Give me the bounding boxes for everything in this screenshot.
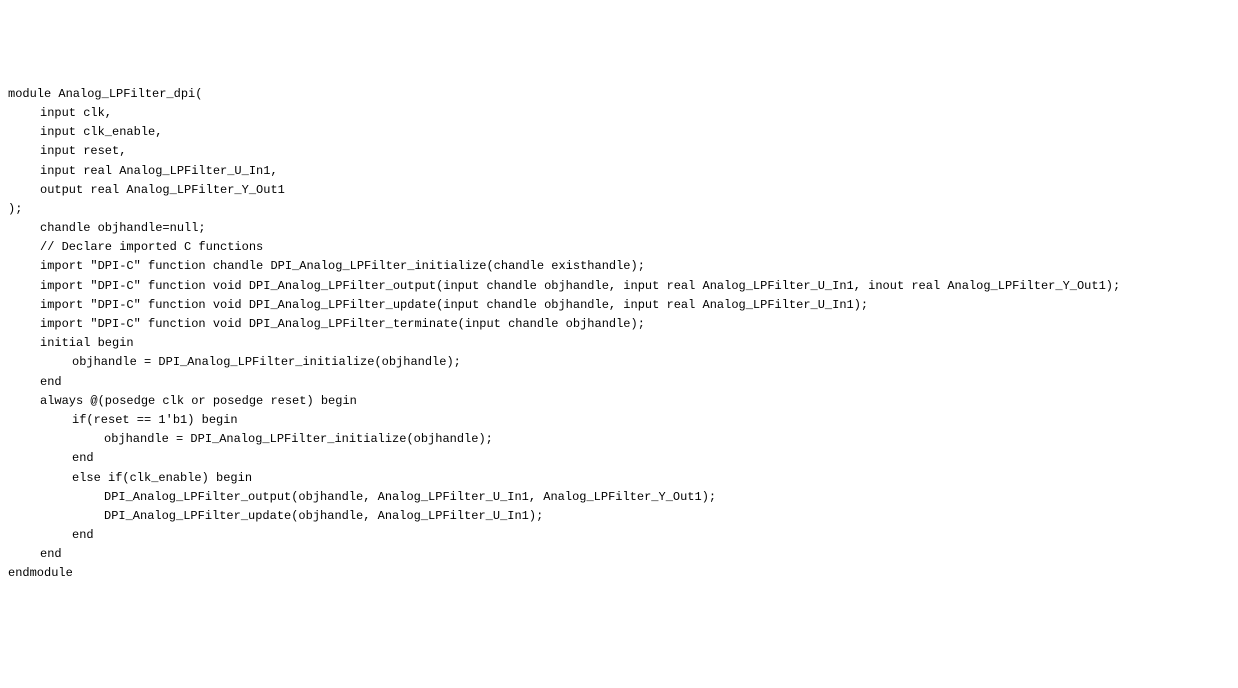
code-line: end: [8, 373, 1230, 392]
code-line: if(reset == 1'b1) begin: [8, 411, 1230, 430]
code-block: module Analog_LPFilter_dpi(input clk,inp…: [8, 85, 1230, 584]
code-line: );: [8, 200, 1230, 219]
code-line: input real Analog_LPFilter_U_In1,: [8, 162, 1230, 181]
code-line: else if(clk_enable) begin: [8, 469, 1230, 488]
code-line: end: [8, 545, 1230, 564]
code-line: endmodule: [8, 564, 1230, 583]
code-line: objhandle = DPI_Analog_LPFilter_initiali…: [8, 353, 1230, 372]
code-line: input clk,: [8, 104, 1230, 123]
code-line: import "DPI-C" function void DPI_Analog_…: [8, 296, 1230, 315]
code-line: DPI_Analog_LPFilter_output(objhandle, An…: [8, 488, 1230, 507]
code-line: initial begin: [8, 334, 1230, 353]
code-line: always @(posedge clk or posedge reset) b…: [8, 392, 1230, 411]
code-line: import "DPI-C" function void DPI_Analog_…: [8, 315, 1230, 334]
code-line: input clk_enable,: [8, 123, 1230, 142]
code-line: import "DPI-C" function chandle DPI_Anal…: [8, 257, 1230, 276]
code-line: chandle objhandle=null;: [8, 219, 1230, 238]
code-line: input reset,: [8, 142, 1230, 161]
code-line: end: [8, 449, 1230, 468]
code-line: // Declare imported C functions: [8, 238, 1230, 257]
code-line: module Analog_LPFilter_dpi(: [8, 85, 1230, 104]
code-line: output real Analog_LPFilter_Y_Out1: [8, 181, 1230, 200]
code-line: import "DPI-C" function void DPI_Analog_…: [8, 277, 1230, 296]
code-line: DPI_Analog_LPFilter_update(objhandle, An…: [8, 507, 1230, 526]
code-line: objhandle = DPI_Analog_LPFilter_initiali…: [8, 430, 1230, 449]
code-line: end: [8, 526, 1230, 545]
